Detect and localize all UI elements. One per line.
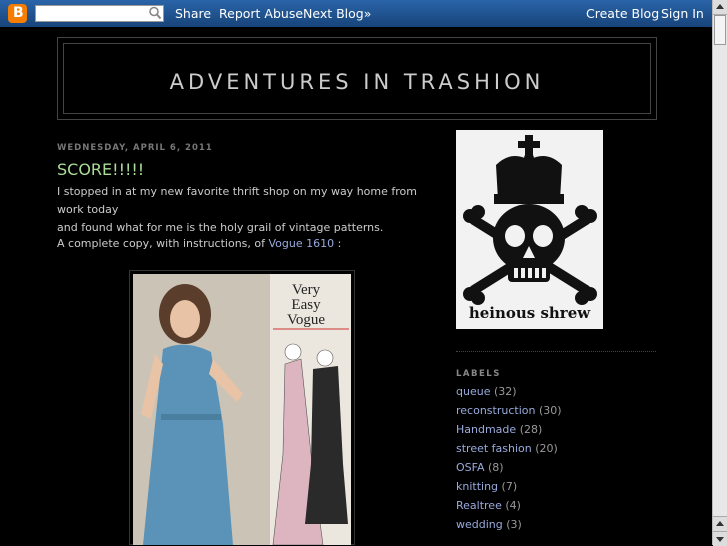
post-line: and found what for me is the holy grail …: [57, 221, 384, 234]
label-item: street fashion (20): [456, 442, 562, 461]
label-count: (28): [519, 423, 543, 436]
label-link-wedding[interactable]: wedding: [456, 518, 503, 531]
post-title[interactable]: SCORE!!!!!: [57, 160, 144, 179]
post-text: :: [334, 237, 342, 250]
label-count: (32): [493, 385, 517, 398]
post-date: WEDNESDAY, APRIL 6, 2011: [57, 143, 213, 153]
blogger-logo-letter: B: [13, 5, 24, 21]
pattern-illustration: Very Easy Vogue: [133, 274, 351, 545]
label-item: OSFA (8): [456, 461, 562, 480]
vogue-1610-link[interactable]: Vogue 1610: [269, 237, 335, 250]
chevron-up-icon: [716, 521, 724, 526]
scroll-thumb[interactable]: [714, 15, 726, 45]
label-item: reconstruction (30): [456, 404, 562, 423]
post-paragraph-1: I stopped in at my new favorite thrift s…: [57, 183, 432, 237]
label-link-realtree[interactable]: Realtree: [456, 499, 502, 512]
blog-header: ADVENTURES IN TRASHION: [57, 37, 657, 120]
profile-image[interactable]: heinous shrew: [456, 130, 603, 329]
label-link-osfa[interactable]: OSFA: [456, 461, 484, 474]
sidebar-divider: [456, 351, 656, 352]
post-line: I stopped in at my new favorite thrift s…: [57, 185, 417, 216]
labels-heading: LABELS: [456, 369, 501, 379]
vertical-scrollbar[interactable]: [712, 0, 727, 546]
label-link-reconstruction[interactable]: reconstruction: [456, 404, 535, 417]
blog-title[interactable]: ADVENTURES IN TRASHION: [64, 70, 650, 94]
report-abuse-link[interactable]: Report Abuse: [219, 6, 303, 21]
pattern-brand-line1: Very: [292, 282, 321, 298]
label-item: knitting (7): [456, 480, 562, 499]
scroll-up-button[interactable]: [713, 0, 727, 15]
label-count: (3): [506, 518, 522, 531]
search-icon[interactable]: [148, 5, 162, 21]
skull-crown-icon: [456, 130, 603, 329]
chevron-up-icon: [716, 4, 724, 9]
label-count: (8): [487, 461, 504, 474]
label-item: Handmade (28): [456, 423, 562, 442]
label-item: queue (32): [456, 385, 562, 404]
label-item: Realtree (4): [456, 499, 562, 518]
share-link[interactable]: Share: [175, 6, 211, 21]
create-blog-link[interactable]: Create Blog: [586, 6, 659, 21]
scroll-up-button-lower[interactable]: [713, 516, 727, 531]
label-count: (7): [501, 480, 518, 493]
pattern-brand-line3: Vogue: [287, 312, 325, 328]
blog-header-inner: ADVENTURES IN TRASHION: [63, 43, 651, 114]
labels-list: queue (32) reconstruction (30) Handmade …: [456, 385, 562, 537]
blogger-logo-icon[interactable]: B: [8, 4, 27, 23]
label-count: (20): [535, 442, 558, 455]
post-text: A complete copy, with instructions, of: [57, 237, 269, 250]
post-paragraph-2: A complete copy, with instructions, of V…: [57, 235, 432, 253]
chevron-down-icon: [716, 537, 724, 542]
label-count: (30): [538, 404, 562, 417]
vogue-pattern-image[interactable]: Very Easy Vogue: [133, 274, 351, 545]
label-link-queue[interactable]: queue: [456, 385, 490, 398]
next-blog-link[interactable]: Next Blog»: [303, 6, 371, 21]
profile-caption: heinous shrew: [468, 304, 591, 322]
pattern-brand-line2: Easy: [291, 297, 321, 313]
label-item: wedding (3): [456, 518, 562, 537]
label-link-street-fashion[interactable]: street fashion: [456, 442, 532, 455]
blogger-navbar: B Share Report Abuse Next Blog» Create B…: [0, 0, 712, 27]
label-count: (4): [505, 499, 521, 512]
label-link-handmade[interactable]: Handmade: [456, 423, 516, 436]
scroll-down-button[interactable]: [713, 531, 727, 546]
label-link-knitting[interactable]: knitting: [456, 480, 498, 493]
search-input[interactable]: [35, 5, 164, 22]
sign-in-link[interactable]: Sign In: [661, 6, 704, 21]
